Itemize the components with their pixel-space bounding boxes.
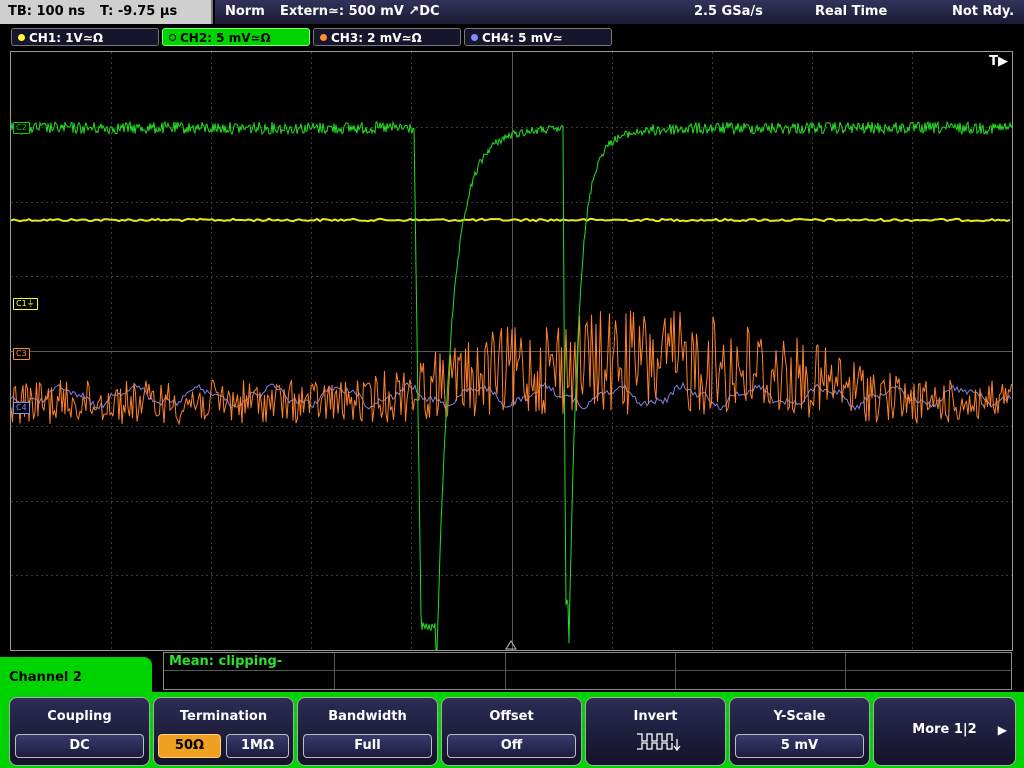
bandwidth-title: Bandwidth bbox=[328, 709, 407, 724]
timebase-readout: TB: 100 ns bbox=[8, 4, 86, 19]
sample-rate: 2.5 GSa/s bbox=[694, 4, 763, 19]
timebase-panel[interactable]: TB: 100 ns T: -9.75 µs bbox=[0, 0, 213, 24]
trigger-mode: Norm bbox=[225, 4, 265, 19]
pulse-invert-icon bbox=[637, 733, 681, 752]
menu-title: Channel 2 bbox=[9, 670, 82, 685]
tab-ch1[interactable]: CH1: 1V≃Ω bbox=[11, 28, 159, 46]
invert-title: Invert bbox=[633, 709, 678, 724]
arrow-right-icon: ▶ bbox=[997, 723, 1007, 737]
termination-1mohm-button[interactable]: 1MΩ bbox=[226, 734, 289, 758]
waveform-canvas[interactable] bbox=[11, 52, 1012, 650]
ch3-ref-label[interactable]: C3 bbox=[13, 348, 30, 360]
more-label: More 1|2 bbox=[912, 722, 977, 737]
ch1-trace bbox=[11, 217, 1011, 223]
ch3-dot-icon bbox=[320, 34, 327, 41]
termination-50ohm-button[interactable]: 50Ω bbox=[158, 734, 221, 758]
ch1-dot-icon bbox=[18, 34, 25, 41]
measurement-divider bbox=[334, 653, 335, 689]
tab-ch3-label: CH3: 2 mV≃Ω bbox=[331, 31, 422, 45]
measurement-divider bbox=[164, 670, 1011, 671]
ch4-ref-label[interactable]: C4 bbox=[13, 402, 30, 414]
trigger-marker-icon: T▶ bbox=[989, 54, 1008, 69]
offset-value-button[interactable]: Off bbox=[447, 734, 576, 758]
channel-tabs: CH1: 1V≃Ω CH2: 5 mV≃Ω CH3: 2 mV≃Ω CH4: 5… bbox=[0, 25, 1024, 49]
measurement-panel[interactable]: Mean: clipping- bbox=[163, 652, 1012, 690]
ch2-dot-icon bbox=[169, 34, 176, 41]
coupling-title: Coupling bbox=[47, 709, 112, 724]
tab-ch2[interactable]: CH2: 5 mV≃Ω bbox=[162, 28, 310, 46]
trigger-position-icon bbox=[505, 640, 517, 650]
bandwidth-softkey[interactable]: Bandwidth Full bbox=[297, 697, 438, 766]
trigger-status: Not Rdy. bbox=[952, 4, 1015, 19]
measurement-divider bbox=[505, 653, 506, 689]
termination-title: Termination bbox=[179, 709, 268, 724]
tab-ch4-label: CH4: 5 mV≃ bbox=[482, 31, 563, 45]
yscale-title: Y-Scale bbox=[773, 709, 826, 724]
tab-ch1-label: CH1: 1V≃Ω bbox=[29, 31, 104, 45]
offset-softkey[interactable]: Offset Off bbox=[441, 697, 582, 766]
bandwidth-value-button[interactable]: Full bbox=[303, 734, 432, 758]
tab-ch2-label: CH2: 5 mV≃Ω bbox=[180, 31, 271, 45]
status-bar: TB: 100 ns T: -9.75 µs Norm Extern≃: 500… bbox=[0, 0, 1024, 25]
softkey-bar: Coupling DC Termination 50Ω 1MΩ Bandwidt… bbox=[0, 692, 1024, 768]
trigger-source: Extern≃: 500 mV ↗DC bbox=[280, 4, 440, 19]
graticule bbox=[11, 52, 1012, 650]
more-softkey[interactable]: More 1|2 ▶ bbox=[873, 697, 1016, 766]
invert-softkey[interactable]: Invert bbox=[585, 697, 726, 766]
measurement-divider bbox=[845, 653, 846, 689]
acquisition-mode: Real Time bbox=[815, 4, 888, 19]
ch4-dot-icon bbox=[471, 34, 478, 41]
offset-title: Offset bbox=[489, 709, 534, 724]
acquisition-strip[interactable]: Norm Extern≃: 500 mV ↗DC 2.5 GSa/s Real … bbox=[215, 0, 1024, 24]
ch3-trace bbox=[11, 310, 1012, 426]
measurement-divider bbox=[675, 653, 676, 689]
ch2-ref-label[interactable]: C2 bbox=[13, 122, 30, 134]
yscale-value-button[interactable]: 5 mV bbox=[735, 734, 864, 758]
tab-ch4[interactable]: CH4: 5 mV≃ bbox=[464, 28, 612, 46]
trigger-time-readout: T: -9.75 µs bbox=[100, 4, 178, 19]
tab-ch3[interactable]: CH3: 2 mV≃Ω bbox=[313, 28, 461, 46]
coupling-softkey[interactable]: Coupling DC bbox=[9, 697, 150, 766]
coupling-value-button[interactable]: DC bbox=[15, 734, 144, 758]
measurement-readout: Mean: clipping- bbox=[169, 654, 283, 669]
ch1-ref-label[interactable]: C1⏚ bbox=[13, 298, 38, 310]
waveform-display[interactable]: T▶ C2 C1⏚ C3 C4 bbox=[10, 51, 1013, 651]
termination-softkey[interactable]: Termination 50Ω 1MΩ bbox=[153, 697, 294, 766]
yscale-softkey[interactable]: Y-Scale 5 mV bbox=[729, 697, 870, 766]
